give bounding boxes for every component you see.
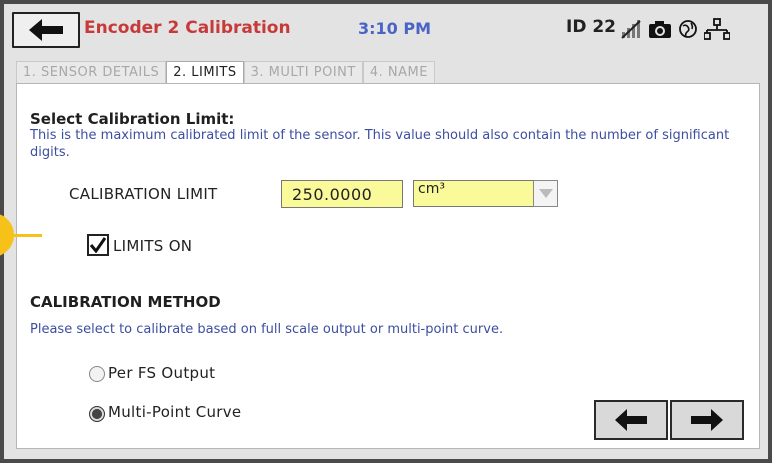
callout-line <box>12 234 42 237</box>
previous-button[interactable] <box>594 400 668 440</box>
network-icon[interactable] <box>704 18 730 40</box>
chevron-down-icon <box>538 189 553 198</box>
method-description: Please select to calibrate based on full… <box>30 322 504 337</box>
unit-select[interactable]: cm³ <box>413 180 558 207</box>
calibration-limit-label: CALIBRATION LIMIT <box>69 185 218 203</box>
limit-description: This is the maximum calibrated limit of … <box>30 128 730 160</box>
radio-per-fs-output[interactable] <box>89 366 105 382</box>
app-window: Encoder 2 Calibration 3:10 PM ID 22 1. S… <box>4 4 768 459</box>
left-arrow-icon <box>615 409 647 431</box>
tab-limits[interactable]: 2. LIMITS <box>166 61 244 83</box>
tab-multi-point[interactable]: 3. MULTI POINT <box>243 61 363 83</box>
dropdown-arrow-button[interactable] <box>533 180 558 207</box>
multi-point-curve-label: Multi-Point Curve <box>108 403 242 421</box>
method-heading: CALIBRATION METHOD <box>30 293 221 311</box>
header-bar: Encoder 2 Calibration 3:10 PM ID 22 <box>4 4 768 54</box>
back-arrow-icon <box>29 19 63 41</box>
limits-panel: Select Calibration Limit: This is the ma… <box>16 83 760 449</box>
clock-time: 3:10 PM <box>358 19 432 38</box>
tab-sensor-details[interactable]: 1. SENSOR DETAILS <box>16 61 167 83</box>
globe-icon[interactable] <box>678 19 698 39</box>
right-arrow-icon <box>691 409 723 431</box>
checkmark-icon <box>89 237 107 253</box>
calibration-limit-input[interactable]: 250.0000 <box>281 180 403 208</box>
back-button[interactable] <box>12 12 80 48</box>
page-title: Encoder 2 Calibration <box>84 18 291 38</box>
limits-on-checkbox[interactable] <box>87 234 109 256</box>
limits-on-label: LIMITS ON <box>113 237 193 255</box>
camera-icon[interactable] <box>648 19 672 39</box>
device-id: ID 22 <box>566 17 617 37</box>
radio-multi-point-curve[interactable] <box>89 406 105 422</box>
tab-bar: 1. SENSOR DETAILS 2. LIMITS 3. MULTI POI… <box>16 61 435 83</box>
unit-select-value: cm³ <box>418 181 445 197</box>
status-icons <box>620 14 736 44</box>
next-button[interactable] <box>670 400 744 440</box>
no-signal-icon <box>620 18 642 40</box>
limit-heading: Select Calibration Limit: <box>30 110 235 128</box>
tab-name[interactable]: 4. NAME <box>362 61 435 83</box>
per-fs-output-label: Per FS Output <box>108 364 216 382</box>
